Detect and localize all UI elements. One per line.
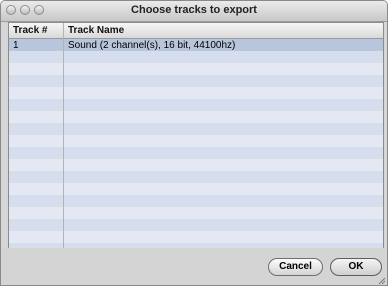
table-header: Track # Track Name (9, 23, 383, 39)
empty-table-row (9, 171, 383, 183)
cancel-button[interactable]: Cancel (268, 258, 323, 276)
empty-table-row (9, 159, 383, 171)
ok-button[interactable]: OK (330, 258, 382, 276)
dialog-footer: Cancel OK (1, 248, 387, 285)
table-row[interactable]: 1 Sound (2 channel(s), 16 bit, 44100hz) (9, 39, 383, 51)
empty-table-row (9, 51, 383, 63)
empty-table-row (9, 195, 383, 207)
empty-table-row (9, 75, 383, 87)
window-title: Choose tracks to export (131, 4, 257, 16)
track-number-cell: 1 (13, 40, 19, 51)
column-header-track-number[interactable]: Track # (13, 25, 47, 36)
empty-table-row (9, 183, 383, 195)
empty-table-row (9, 207, 383, 219)
empty-table-row (9, 87, 383, 99)
export-dialog-window: Choose tracks to export Track # Track Na… (0, 0, 388, 286)
empty-table-row (9, 231, 383, 243)
title-bar[interactable]: Choose tracks to export (1, 1, 387, 22)
empty-table-row (9, 63, 383, 75)
column-divider (63, 23, 64, 248)
empty-table-row (9, 147, 383, 159)
resize-grip-icon[interactable] (376, 275, 386, 285)
empty-table-row (9, 123, 383, 135)
empty-table-row (9, 111, 383, 123)
column-header-track-name[interactable]: Track Name (68, 25, 124, 36)
tracks-table[interactable]: Track # Track Name 1 Sound (2 channel(s)… (8, 22, 384, 249)
empty-table-row (9, 135, 383, 147)
empty-table-row (9, 99, 383, 111)
empty-table-row (9, 219, 383, 231)
track-name-cell: Sound (2 channel(s), 16 bit, 44100hz) (68, 40, 236, 51)
table-rows: 1 Sound (2 channel(s), 16 bit, 44100hz) (9, 39, 383, 248)
